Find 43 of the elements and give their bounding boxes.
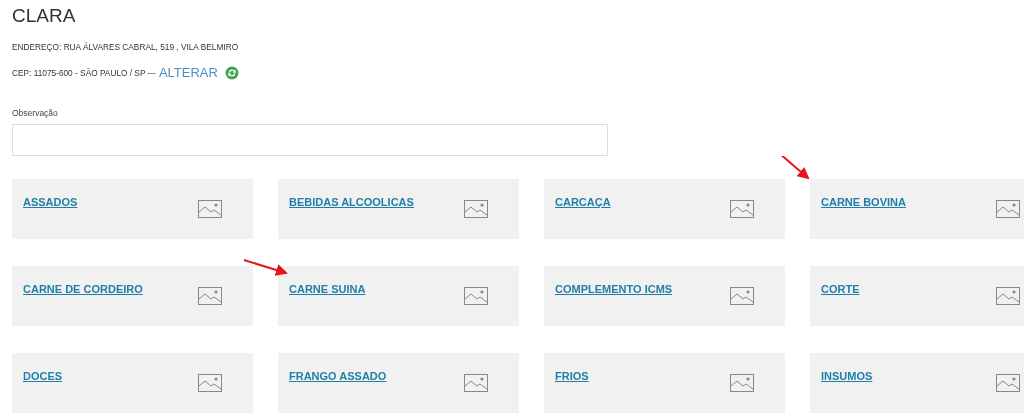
image-placeholder-icon [996,200,1020,218]
category-link[interactable]: CARNE DE CORDEIRO [23,283,143,295]
category-link[interactable]: ASSADOS [23,196,78,208]
image-placeholder-icon [730,287,754,305]
customer-name: CLARA [12,5,77,27]
category-link[interactable]: COMPLEMENTO ICMS [555,283,673,295]
category-card[interactable]: CORTE [810,266,1024,326]
category-link[interactable]: CARNE SUINA [289,283,366,295]
category-link[interactable]: FRANGO ASSADO [289,370,387,382]
address-text: ENDEREÇO: RUA ÁLVARES CABRAL, 519 , VILA BELMIRO [12,41,240,53]
image-placeholder-icon [464,374,488,392]
refresh-icon [224,65,239,80]
image-placeholder-icon [198,287,222,305]
cep-text: CEP: 11075-600 - SÃO PAULO / SP --- [12,66,156,79]
category-link[interactable]: CORTE [821,283,860,295]
image-placeholder-icon [996,287,1020,305]
category-link[interactable]: FRIOS [555,370,589,382]
category-card[interactable]: COMPLEMENTO ICMS [544,266,785,326]
image-placeholder-icon [730,200,754,218]
image-placeholder-icon [996,374,1020,392]
category-card[interactable]: DOCES [12,353,253,413]
category-link[interactable]: BEBIDAS ALCOOLICAS [289,196,414,208]
category-card[interactable]: INSUMOS [810,353,1024,413]
category-card[interactable]: BEBIDAS ALCOOLICAS [278,179,519,239]
category-card[interactable]: CARNE BOVINA [810,179,1024,239]
category-card[interactable]: CARNE DE CORDEIRO [12,266,253,326]
category-card[interactable]: CARNE SUINA [278,266,519,326]
image-placeholder-icon [464,200,488,218]
observation-label: Observação [12,108,59,118]
image-placeholder-icon [198,374,222,392]
category-link[interactable]: DOCES [23,370,63,382]
image-placeholder-icon [730,374,754,392]
category-card[interactable]: FRANGO ASSADO [278,353,519,413]
change-link[interactable]: ALTERAR [158,65,218,80]
category-link[interactable]: INSUMOS [821,370,873,382]
category-link[interactable]: CARNE BOVINA [821,196,906,208]
image-placeholder-icon [464,287,488,305]
category-card[interactable]: CARCAÇA [544,179,785,239]
observation-field[interactable] [12,124,608,156]
image-placeholder-icon [198,200,222,218]
category-card[interactable]: ASSADOS [12,179,253,239]
category-link[interactable]: CARCAÇA [555,196,611,208]
category-card[interactable]: FRIOS [544,353,785,413]
